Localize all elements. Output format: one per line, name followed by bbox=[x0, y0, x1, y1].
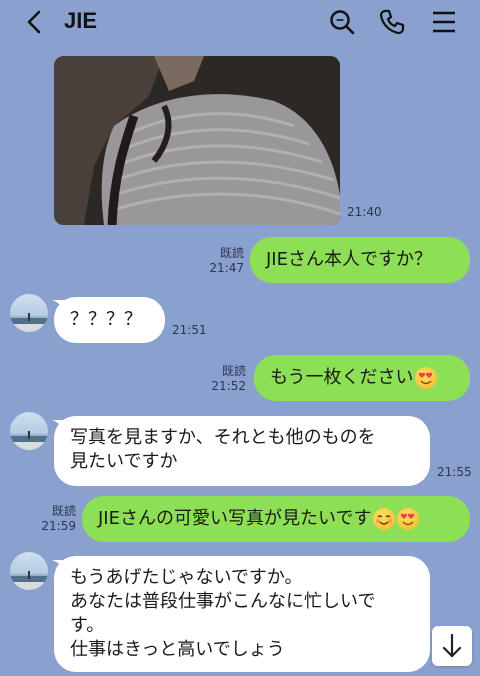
sent-photo[interactable] bbox=[54, 56, 340, 225]
avatar[interactable] bbox=[10, 552, 48, 590]
message-text-line: 仕事はきっと高いでしょう bbox=[70, 639, 285, 660]
phone-icon[interactable] bbox=[378, 8, 406, 36]
incoming-message[interactable]: もうあげたじゃないですか。 あなたは普段仕事がこんなに忙しいで す。 仕事はきっ… bbox=[54, 556, 430, 672]
message-text: JIEさんの可愛い写真が見たいです bbox=[98, 508, 372, 529]
chat-header: JIE bbox=[0, 0, 480, 44]
chat-title: JIE bbox=[64, 8, 98, 33]
incoming-message[interactable]: ？？？？ bbox=[54, 297, 165, 343]
back-icon[interactable] bbox=[24, 9, 44, 35]
message-time: 21:40 bbox=[347, 205, 382, 219]
outgoing-message[interactable]: JIEさん本人ですか？ bbox=[250, 237, 470, 283]
scroll-down-button[interactable] bbox=[432, 626, 472, 666]
message-time: 21:55 bbox=[437, 465, 472, 479]
read-status: 既読 21:47 bbox=[209, 246, 244, 275]
message-text: ？？？？ bbox=[70, 309, 142, 330]
heart-eyes-emoji bbox=[415, 367, 438, 389]
blush-emoji bbox=[373, 508, 396, 530]
incoming-message[interactable]: 写真を見ますか、それとも他のものを 見たいですか bbox=[54, 416, 430, 486]
read-status: 既読 21:59 bbox=[41, 504, 76, 533]
heart-eyes-emoji bbox=[397, 508, 420, 530]
avatar[interactable] bbox=[10, 294, 48, 332]
scroll-down-icon bbox=[442, 633, 462, 658]
read-status: 既読 21:52 bbox=[211, 364, 246, 393]
message-text-line: もうあげたじゃないですか。 bbox=[70, 567, 303, 588]
search-icon[interactable] bbox=[328, 8, 356, 36]
message-text: もう一枚ください bbox=[270, 367, 414, 388]
outgoing-message[interactable]: もう一枚ください bbox=[254, 355, 470, 401]
message-text-line: す。 bbox=[70, 615, 105, 636]
message-text: JIEさん本人ですか？ bbox=[266, 249, 432, 270]
message-time: 21:51 bbox=[172, 323, 207, 337]
message-text-line: 写真を見ますか、それとも他のものを bbox=[70, 427, 376, 448]
menu-icon[interactable] bbox=[430, 8, 458, 36]
outgoing-message[interactable]: JIEさんの可愛い写真が見たいです bbox=[82, 496, 470, 542]
photo-image bbox=[54, 56, 340, 225]
avatar[interactable] bbox=[10, 412, 48, 450]
message-text-line: 見たいですか bbox=[70, 451, 178, 472]
message-text-line: あなたは普段仕事がこんなに忙しいで bbox=[70, 591, 376, 612]
